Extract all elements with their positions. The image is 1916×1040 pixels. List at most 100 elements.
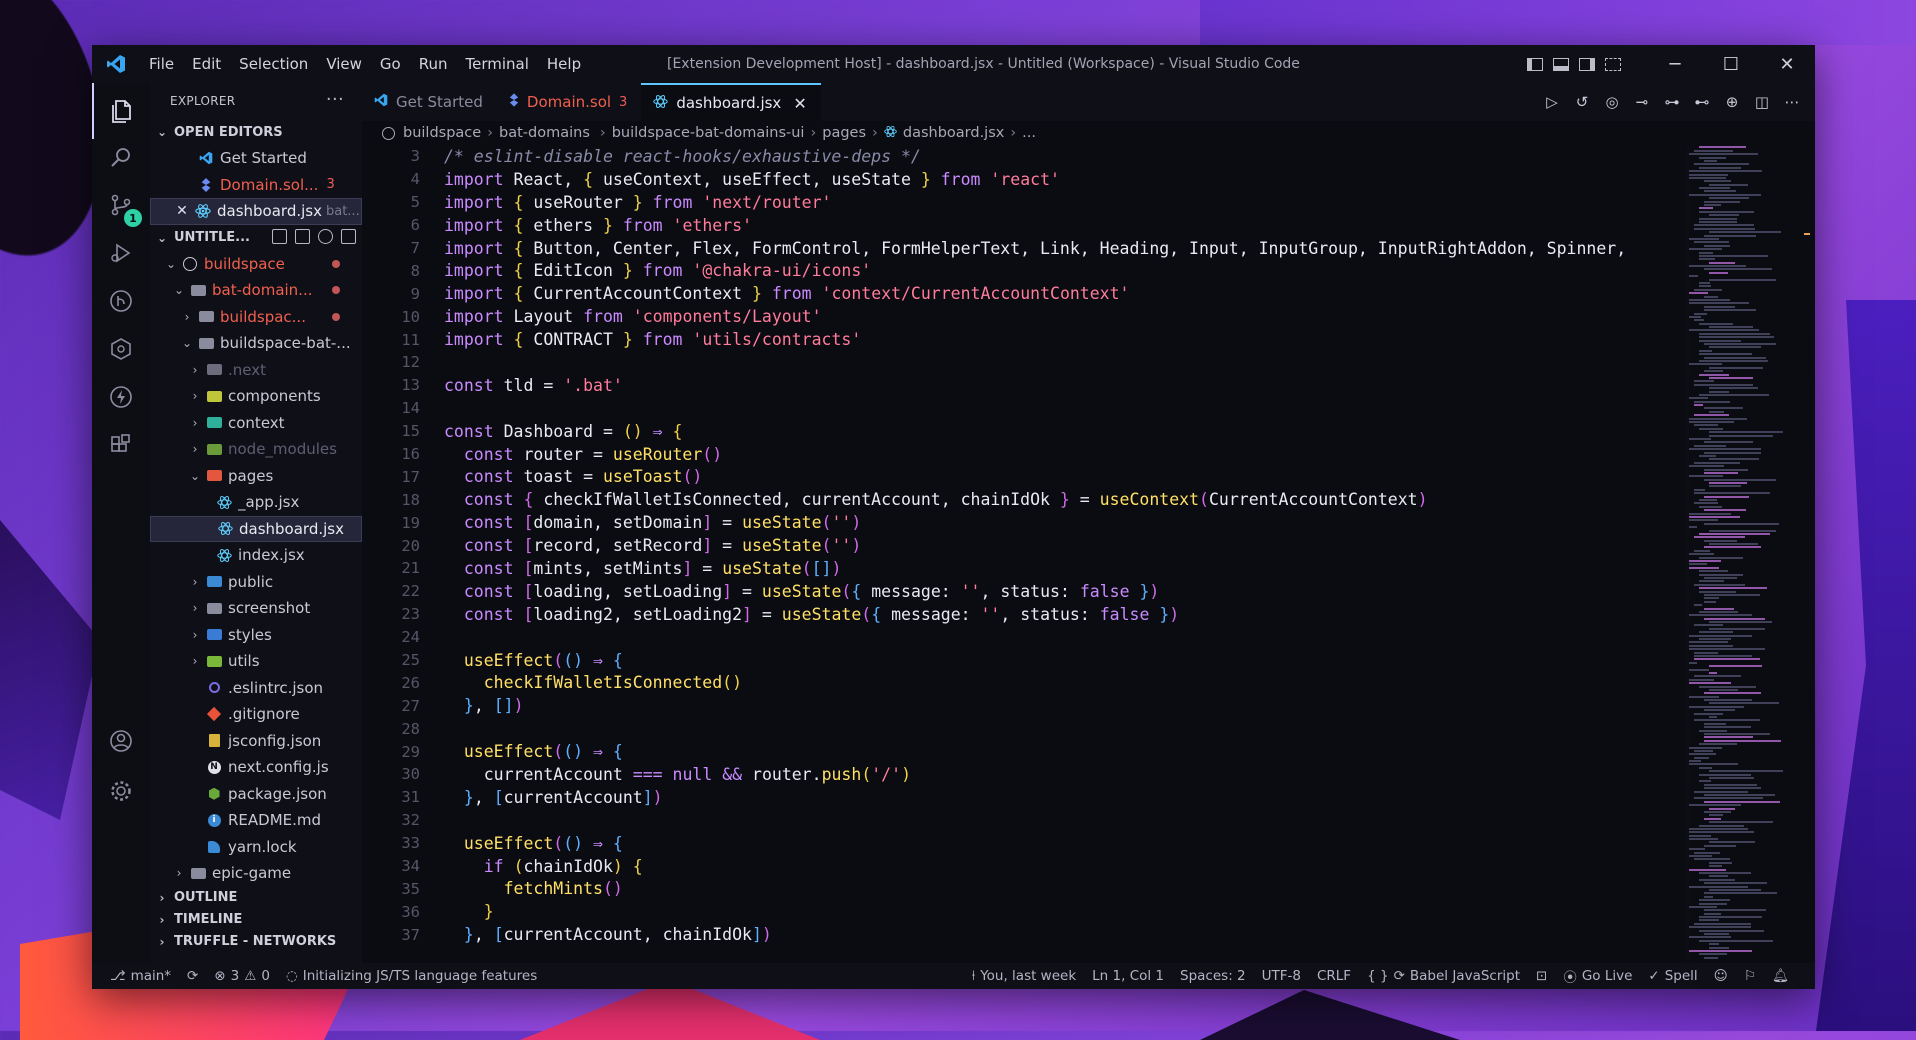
search-compare-icon[interactable]: ◎	[1603, 93, 1621, 111]
collapse-all-icon[interactable]	[341, 228, 356, 244]
open-editor-item[interactable]: ✕ dashboard.jsx bat...	[150, 198, 362, 225]
history-icon[interactable]: ↺	[1573, 93, 1591, 111]
tree-item-package-json[interactable]: package.json	[150, 781, 362, 808]
minimap-line	[1694, 488, 1705, 491]
accounts-icon[interactable]	[92, 713, 150, 769]
tree-item-node-modules[interactable]: › node_modules	[150, 436, 362, 463]
spell-button[interactable]: ✓ Spell	[1640, 968, 1705, 984]
run-icon[interactable]: ▷	[1543, 93, 1561, 111]
tree-item-next[interactable]: › .next	[150, 357, 362, 384]
tab-domain-sol[interactable]: Domain.sol 3	[497, 83, 641, 121]
encoding[interactable]: UTF-8	[1254, 968, 1309, 984]
minimap-line	[1689, 705, 1744, 708]
menu-view[interactable]: View	[317, 45, 371, 83]
truffle-networks-header[interactable]: › TRUFFLE - NETWORKS	[150, 931, 362, 953]
git-blame[interactable]: ⍿ You, last week	[964, 968, 1084, 984]
tree-item-index-jsx[interactable]: index.jsx	[150, 542, 362, 569]
feedback-button[interactable]: ⚐	[1736, 968, 1764, 984]
breadcrumb-item[interactable]: dashboard.jsx	[903, 125, 1004, 141]
workspace-header[interactable]: ⌄ UNTITLE...	[150, 225, 362, 251]
menu-terminal[interactable]: Terminal	[457, 45, 538, 83]
tree-item-pages[interactable]: ⌄ pages	[150, 463, 362, 490]
new-file-icon[interactable]	[272, 228, 287, 244]
tab-get-started[interactable]: Get Started	[362, 83, 497, 121]
tree-item-jsconfig[interactable]: jsconfig.json	[150, 728, 362, 755]
tree-item-buildspac[interactable]: › buildspac...	[150, 304, 362, 331]
tree-item-app-jsx[interactable]: _app.jsx	[150, 489, 362, 516]
end-of-line[interactable]: CRLF	[1309, 968, 1359, 984]
terminal-button[interactable]: ⊡	[1528, 968, 1555, 984]
close-icon[interactable]: ✕	[175, 203, 189, 219]
tree-item-components[interactable]: › components	[150, 383, 362, 410]
maximize-button[interactable]: ☐	[1703, 45, 1759, 83]
tree-item-bat-domains[interactable]: ⌄ bat-domain...	[150, 277, 362, 304]
tree-item-buildspace[interactable]: ⌄ buildspace	[150, 251, 362, 278]
tree-item-readme[interactable]: i README.md	[150, 807, 362, 834]
tree-item-utils[interactable]: › utils	[150, 648, 362, 675]
breadcrumb-item[interactable]: buildspace	[403, 125, 481, 141]
menu-edit[interactable]: Edit	[183, 45, 230, 83]
open-editor-item[interactable]: Get Started	[150, 145, 362, 172]
more-actions-icon[interactable]: ⋯	[1783, 93, 1801, 111]
tree-item-styles[interactable]: › styles	[150, 622, 362, 649]
tree-item-buildspace-bat[interactable]: ⌄ buildspace-bat-...	[150, 330, 362, 357]
breadcrumb-item[interactable]: bat-domains	[499, 125, 590, 141]
copilot-button[interactable]: ☺	[1706, 968, 1736, 984]
menu-go[interactable]: Go	[371, 45, 410, 83]
minimap-line	[1689, 905, 1717, 908]
menu-file[interactable]: File	[140, 45, 183, 83]
previous-change-icon[interactable]: ⊶	[1663, 93, 1681, 111]
menu-help[interactable]: Help	[538, 45, 590, 83]
open-editor-item[interactable]: Domain.sol... 3	[150, 172, 362, 199]
toggle-secondary-sidebar-icon[interactable]	[1579, 57, 1595, 71]
go-live-button[interactable]: ⦿ Go Live	[1555, 966, 1640, 986]
toggle-sidebar-icon[interactable]	[1527, 57, 1543, 71]
tree-item-gitignore[interactable]: .gitignore	[150, 701, 362, 728]
split-editor-icon[interactable]: ◫	[1753, 93, 1771, 111]
tree-item-epic-game[interactable]: › epic-game	[150, 860, 362, 887]
notifications-button[interactable]: 🔔︎	[1764, 968, 1797, 984]
tree-item-public[interactable]: › public	[150, 569, 362, 596]
extensions-icon[interactable]	[92, 417, 150, 473]
tree-item-eslintrc[interactable]: .eslintrc.json	[150, 675, 362, 702]
open-editor-path: bat...	[325, 203, 360, 219]
problems-indicator[interactable]: ⊗ 3 ⚠ 0	[206, 968, 278, 984]
new-folder-icon[interactable]	[295, 228, 310, 244]
tree-item-next-config[interactable]: N next.config.js	[150, 754, 362, 781]
sync-button[interactable]: ⟳	[179, 968, 206, 984]
git-compare-icon[interactable]: ⊸	[1633, 93, 1651, 111]
close-window-button[interactable]: ✕	[1759, 45, 1815, 83]
tab-dashboard-jsx[interactable]: dashboard.jsx ✕	[641, 83, 821, 121]
minimap-line	[1689, 644, 1733, 647]
code-editor[interactable]: 3/* eslint-disable react-hooks/exhaustiv…	[362, 145, 1687, 963]
menu-run[interactable]: Run	[410, 45, 457, 83]
tree-item-yarn-lock[interactable]: yarn.lock	[150, 834, 362, 861]
breadcrumb-item[interactable]: pages	[822, 125, 866, 141]
tree-item-dashboard-jsx[interactable]: dashboard.jsx	[150, 515, 362, 542]
menu-selection[interactable]: Selection	[230, 45, 317, 83]
tree-item-screenshot[interactable]: › screenshot	[150, 595, 362, 622]
more-actions-icon[interactable]: ···	[326, 89, 344, 110]
breadcrumb-item[interactable]: buildspace-bat-domains-ui	[612, 125, 805, 141]
close-icon[interactable]: ✕	[793, 94, 806, 113]
open-editors-header[interactable]: ⌄ OPEN EDITORS	[150, 119, 362, 145]
code-line: 4 import React, { useContext, useEffect, …	[362, 168, 1687, 191]
toggle-panel-icon[interactable]	[1553, 57, 1569, 71]
next-change-icon[interactable]: ⊷	[1693, 93, 1711, 111]
cursor-position[interactable]: Ln 1, Col 1	[1084, 968, 1172, 984]
indentation[interactable]: Spaces: 2	[1172, 968, 1254, 984]
language-mode[interactable]: { } ⟳ Babel JavaScript	[1359, 968, 1528, 984]
minimize-button[interactable]: ─	[1647, 45, 1703, 83]
branch-indicator[interactable]: ⎇ main*	[102, 968, 179, 984]
editor-scrollbar[interactable]	[1801, 145, 1815, 963]
minimap-line	[1694, 790, 1748, 793]
settings-gear-icon[interactable]	[92, 763, 150, 819]
timeline-header[interactable]: › TIMELINE	[150, 909, 362, 931]
outline-header[interactable]: › OUTLINE	[150, 887, 362, 909]
refresh-icon[interactable]	[318, 228, 333, 244]
minimap[interactable]	[1689, 145, 1801, 963]
tree-item-context[interactable]: › context	[150, 410, 362, 437]
customize-layout-icon[interactable]	[1605, 57, 1621, 71]
open-changes-icon[interactable]: ⊕	[1723, 93, 1741, 111]
breadcrumb-item[interactable]: ...	[1022, 125, 1036, 141]
